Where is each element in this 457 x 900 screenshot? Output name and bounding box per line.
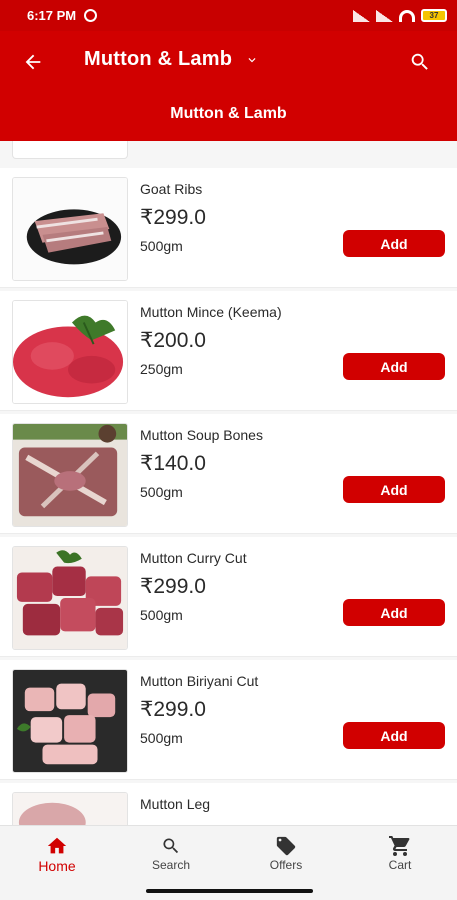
product-item-mutton-biriyani-cut[interactable]: Mutton Biriyani Cut ₹299.0 500gm Add <box>0 660 457 780</box>
product-quantity: 500gm <box>140 484 183 500</box>
product-item-mutton-soup-bones[interactable]: Mutton Soup Bones ₹140.0 500gm Add <box>0 414 457 534</box>
signal-icon <box>353 9 370 22</box>
chevron-down-icon <box>244 52 260 68</box>
product-item-mutton-curry-cut[interactable]: Mutton Curry Cut ₹299.0 500gm Add <box>0 537 457 657</box>
add-button[interactable]: Add <box>343 230 445 257</box>
search-icon <box>159 834 183 858</box>
partial-product-image <box>12 141 128 159</box>
add-button[interactable]: Add <box>343 353 445 380</box>
product-price: ₹299.0 <box>140 206 206 229</box>
status-bar: 6:17 PM 37 <box>0 0 457 31</box>
product-item-mutton-leg[interactable]: Mutton Leg <box>0 783 457 825</box>
product-image <box>12 669 128 773</box>
product-image <box>12 792 128 825</box>
product-name: Mutton Soup Bones <box>140 427 263 443</box>
product-quantity: 500gm <box>140 607 183 623</box>
product-quantity: 500gm <box>140 238 183 254</box>
product-quantity: 250gm <box>140 361 183 377</box>
product-image <box>12 300 128 404</box>
nav-search-label: Search <box>151 858 191 872</box>
search-icon[interactable] <box>405 47 435 77</box>
product-image <box>12 177 128 281</box>
app-bar: Mutton & Lamb Mutton & Lamb <box>0 31 457 141</box>
nav-cart[interactable]: Cart <box>355 834 445 878</box>
product-name: Mutton Leg <box>140 796 211 812</box>
battery-level: 37 <box>429 11 439 20</box>
product-name: Goat Ribs <box>140 181 203 197</box>
add-button[interactable]: Add <box>343 476 445 503</box>
product-item-goat-ribs[interactable]: Goat Ribs ₹299.0 500gm Add <box>0 168 457 288</box>
wifi-icon <box>399 9 415 22</box>
product-item-mutton-mince[interactable]: Mutton Mince (Keema) ₹200.0 250gm Add <box>0 291 457 411</box>
battery-icon: 37 <box>421 9 447 22</box>
nav-offers-label: Offers <box>269 858 303 872</box>
product-name: Mutton Curry Cut <box>140 550 247 566</box>
add-button[interactable]: Add <box>343 599 445 626</box>
product-price: ₹200.0 <box>140 329 206 352</box>
home-icon <box>45 834 69 858</box>
nav-home[interactable]: Home <box>12 834 102 878</box>
nav-cart-label: Cart <box>388 858 412 872</box>
product-quantity: 500gm <box>140 730 183 746</box>
category-dropdown[interactable]: Mutton & Lamb <box>84 48 260 71</box>
cart-icon <box>388 834 412 858</box>
product-image <box>12 546 128 650</box>
alarm-icon <box>84 9 98 22</box>
product-name: Mutton Biriyani Cut <box>140 673 259 689</box>
page-title: Mutton & Lamb <box>84 48 233 70</box>
signal-icon-2 <box>376 9 393 22</box>
product-price: ₹299.0 <box>140 575 206 598</box>
tag-icon <box>274 834 298 858</box>
product-price: ₹140.0 <box>140 452 206 475</box>
add-button[interactable]: Add <box>343 722 445 749</box>
category-subtitle: Mutton & Lamb <box>170 105 287 122</box>
status-time: 6:17 PM <box>27 8 77 23</box>
product-price: ₹299.0 <box>140 698 206 721</box>
status-icons: 37 <box>353 9 447 22</box>
back-arrow-icon[interactable] <box>18 47 48 77</box>
gesture-home-bar[interactable] <box>146 889 313 893</box>
product-list[interactable]: Goat Ribs ₹299.0 500gm Add Mutton Mince … <box>0 141 457 825</box>
nav-search[interactable]: Search <box>126 834 216 878</box>
product-name: Mutton Mince (Keema) <box>140 304 282 320</box>
nav-home-label: Home <box>38 858 76 874</box>
nav-offers[interactable]: Offers <box>241 834 331 878</box>
product-image <box>12 423 128 527</box>
